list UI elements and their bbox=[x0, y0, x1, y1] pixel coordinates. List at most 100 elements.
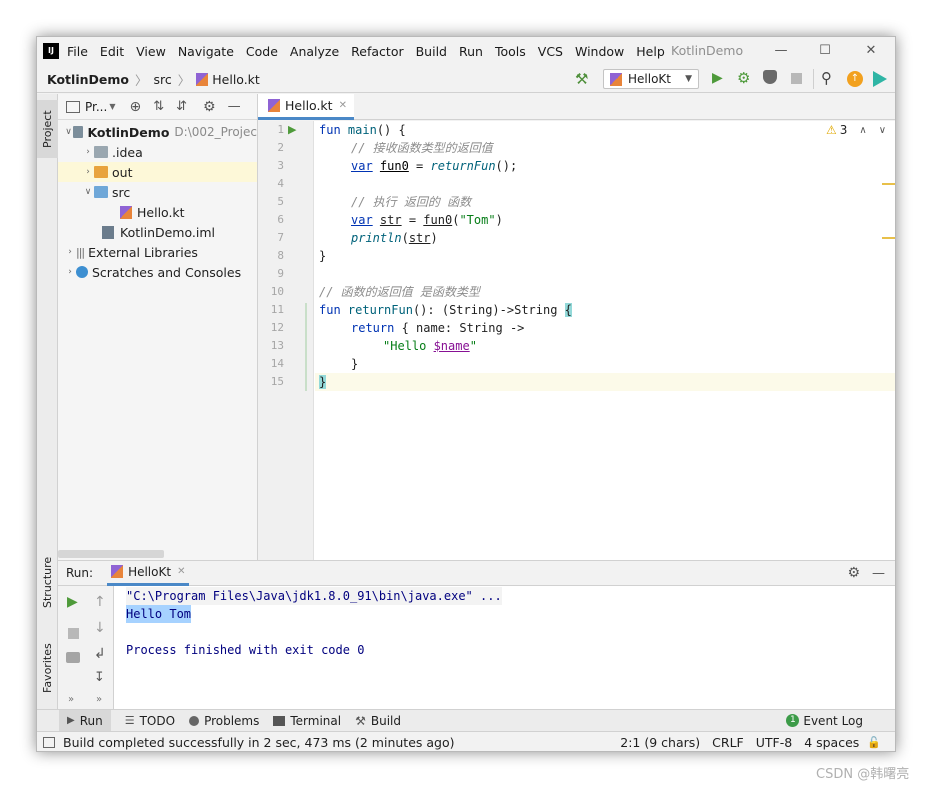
code-editor[interactable]: 1 2 3 4 5 6 7 8 9 10 11 12 13 14 15 ▶ fu… bbox=[258, 121, 895, 560]
menu-build[interactable]: Build bbox=[416, 44, 447, 59]
search-icon[interactable]: ⚲ bbox=[821, 69, 832, 87]
rerun-icon[interactable]: ▶ bbox=[67, 594, 78, 610]
line-separator[interactable]: CRLF bbox=[712, 735, 744, 750]
menu-view[interactable]: View bbox=[136, 44, 166, 59]
collapse-all-icon[interactable]: ⇵ bbox=[176, 99, 187, 114]
line-number: 11 bbox=[270, 303, 284, 316]
tree-item-external-libraries[interactable]: › ||| External Libraries bbox=[58, 242, 257, 262]
menu-vcs[interactable]: VCS bbox=[538, 44, 563, 59]
menu-tools[interactable]: Tools bbox=[495, 44, 526, 59]
line-number: 2 bbox=[277, 141, 284, 154]
warning-stripe[interactable] bbox=[882, 237, 895, 239]
chevron-right-icon[interactable]: › bbox=[64, 267, 76, 277]
code-text: (): (String)->String bbox=[412, 303, 565, 317]
run-tab-hellokt[interactable]: HelloKt ✕ bbox=[107, 561, 190, 586]
project-tool-tab[interactable]: Project bbox=[37, 100, 58, 158]
tool-button-run[interactable]: ▶ Run bbox=[59, 710, 111, 731]
arrow-down-icon[interactable]: ↓ bbox=[94, 620, 106, 636]
caret-position[interactable]: 2:1 (9 chars) bbox=[620, 735, 700, 750]
tree-item-out[interactable]: › out bbox=[58, 162, 257, 182]
toggle-tool-windows-icon[interactable] bbox=[43, 736, 55, 748]
file-encoding[interactable]: UTF-8 bbox=[756, 735, 792, 750]
current-line-highlight bbox=[315, 373, 895, 391]
tree-item-iml[interactable]: KotlinDemo.iml bbox=[58, 222, 257, 242]
close-tab-icon[interactable]: ✕ bbox=[339, 100, 347, 111]
structure-tool-tab[interactable]: Structure bbox=[37, 544, 58, 620]
tree-item-scratches[interactable]: › Scratches and Consoles bbox=[58, 262, 257, 282]
tree-item-src[interactable]: ∨ src bbox=[58, 182, 257, 202]
stop-icon[interactable] bbox=[68, 628, 79, 639]
arrow-up-icon[interactable]: ↑ bbox=[94, 594, 106, 610]
run-icon[interactable]: ▶ bbox=[712, 70, 723, 86]
menu-help[interactable]: Help bbox=[636, 44, 665, 59]
chevron-down-icon[interactable]: ∨ bbox=[82, 187, 94, 197]
warning-stripe[interactable] bbox=[882, 183, 895, 185]
expand-all-icon[interactable]: ⇅ bbox=[153, 99, 164, 114]
tab-hello-kt[interactable]: Hello.kt ✕ bbox=[258, 94, 354, 120]
tool-button-event-log[interactable]: 1 Event Log bbox=[786, 714, 863, 728]
variable: str bbox=[408, 231, 431, 245]
menu-edit[interactable]: Edit bbox=[100, 44, 124, 59]
chevron-right-icon[interactable]: › bbox=[82, 167, 94, 177]
gear-icon[interactable]: ⚙ bbox=[847, 565, 860, 581]
project-view-select[interactable]: Pr... bbox=[85, 100, 107, 114]
build-hammer-icon[interactable]: ⚒ bbox=[575, 70, 588, 88]
kotlin-file-icon bbox=[196, 72, 209, 86]
soft-wrap-icon[interactable]: ↲ bbox=[94, 646, 106, 662]
menu-run[interactable]: Run bbox=[459, 44, 483, 59]
more-icon[interactable]: » bbox=[96, 694, 102, 705]
hide-panel-icon[interactable]: — bbox=[228, 99, 241, 114]
menu-refactor[interactable]: Refactor bbox=[351, 44, 403, 59]
run-panel-label: Run: bbox=[66, 566, 94, 580]
chevron-up-icon[interactable]: ∧ bbox=[859, 125, 866, 136]
breadcrumb-file[interactable]: Hello.kt bbox=[212, 72, 260, 87]
breadcrumb-src[interactable]: src bbox=[153, 72, 171, 87]
run-configuration-select[interactable]: HelloKt ▼ bbox=[603, 69, 699, 89]
horizontal-scrollbar[interactable] bbox=[58, 550, 164, 558]
minimize-icon[interactable]: — bbox=[771, 41, 791, 61]
lock-icon[interactable]: 🔓 bbox=[867, 736, 881, 749]
tree-item-project-root[interactable]: ∨ KotlinDemo D:\002_Projec bbox=[58, 122, 257, 142]
run-gutter-icon[interactable]: ▶ bbox=[288, 123, 296, 136]
console-output[interactable]: "C:\Program Files\Java\jdk1.8.0_91\bin\j… bbox=[114, 586, 895, 709]
gear-icon[interactable]: ⚙ bbox=[203, 99, 216, 115]
scroll-to-end-icon[interactable]: ↧ bbox=[94, 670, 105, 685]
tool-button-todo[interactable]: ☰ TODO bbox=[125, 714, 175, 728]
close-tab-icon[interactable]: ✕ bbox=[177, 566, 185, 577]
chevron-right-icon[interactable]: › bbox=[82, 147, 94, 157]
stop-icon[interactable] bbox=[791, 73, 802, 84]
menu-window[interactable]: Window bbox=[575, 44, 624, 59]
keyword: return bbox=[351, 321, 395, 335]
update-icon[interactable]: ↑ bbox=[847, 71, 863, 87]
menu-file[interactable]: File bbox=[67, 44, 88, 59]
tool-button-label: Terminal bbox=[290, 713, 342, 728]
more-icon[interactable]: » bbox=[68, 694, 74, 705]
favorites-tool-tab[interactable]: Favorites bbox=[37, 628, 58, 708]
locate-icon[interactable]: ⊕ bbox=[129, 99, 141, 115]
inspection-widget[interactable]: ⚠ 3 ∧ ∨ bbox=[826, 123, 886, 137]
chevron-down-icon[interactable]: ▼ bbox=[109, 102, 115, 111]
code-text: = bbox=[408, 159, 431, 173]
tool-button-terminal[interactable]: Terminal bbox=[273, 714, 341, 728]
maximize-icon[interactable]: ☐ bbox=[815, 41, 835, 61]
indent-setting[interactable]: 4 spaces bbox=[804, 735, 859, 750]
tool-button-build[interactable]: ⚒ Build bbox=[355, 714, 401, 728]
hide-panel-icon[interactable]: — bbox=[872, 566, 885, 581]
chevron-down-icon[interactable]: ∨ bbox=[879, 125, 886, 136]
plugin-icon[interactable] bbox=[873, 71, 887, 87]
tree-item-hello-kt[interactable]: Hello.kt bbox=[58, 202, 257, 222]
line-number: 6 bbox=[277, 213, 284, 226]
menu-navigate[interactable]: Navigate bbox=[178, 44, 234, 59]
breadcrumb-project[interactable]: KotlinDemo bbox=[47, 72, 129, 87]
camera-icon[interactable] bbox=[66, 652, 80, 663]
menu-code[interactable]: Code bbox=[246, 44, 278, 59]
chevron-right-icon[interactable]: › bbox=[64, 247, 76, 257]
debug-icon[interactable]: ⚙ bbox=[737, 69, 750, 87]
event-count-badge: 1 bbox=[786, 714, 800, 727]
chevron-down-icon[interactable]: ∨ bbox=[64, 127, 73, 137]
close-icon[interactable]: ✕ bbox=[861, 41, 881, 61]
coverage-icon[interactable] bbox=[763, 70, 777, 84]
tree-item-idea[interactable]: › .idea bbox=[58, 142, 257, 162]
tool-button-problems[interactable]: Problems bbox=[189, 714, 259, 728]
menu-analyze[interactable]: Analyze bbox=[290, 44, 339, 59]
